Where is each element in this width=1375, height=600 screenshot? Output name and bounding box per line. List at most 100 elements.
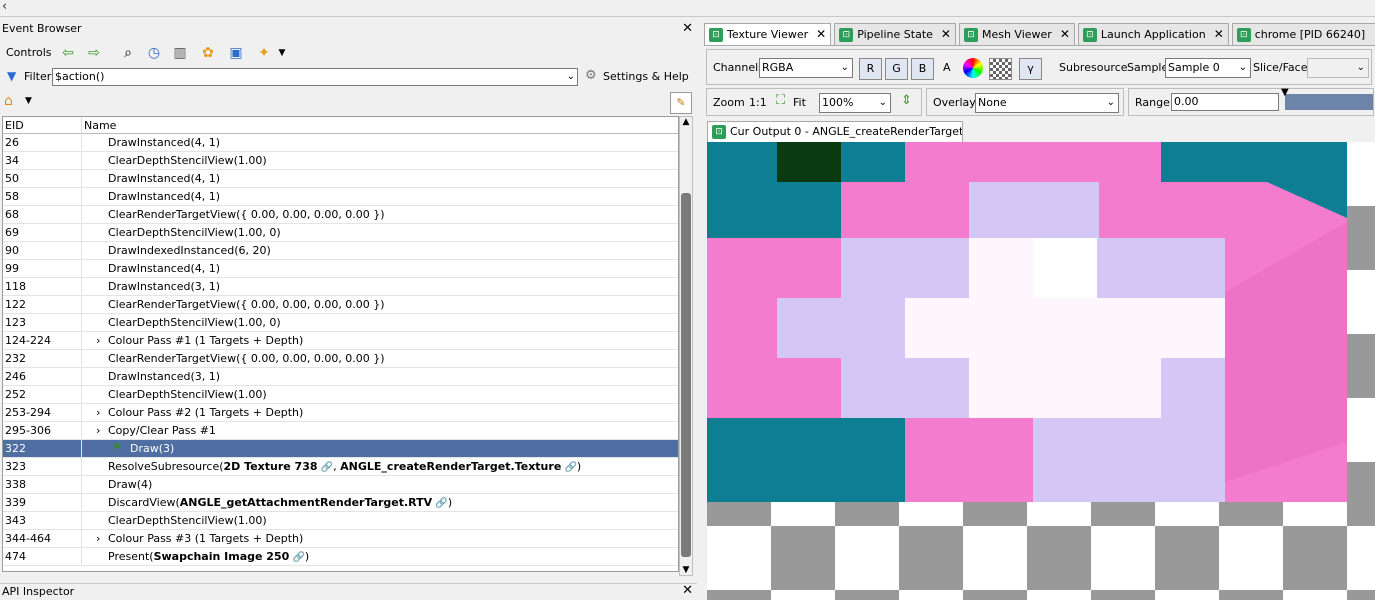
fit-icon[interactable]: ⛶	[776, 94, 785, 108]
table-row[interactable]: 124-224 › Colour Pass #1 (1 Targets + Dept…	[3, 332, 678, 350]
channels-select[interactable]: RGBA ⌄	[759, 58, 853, 78]
vertical-scrollbar[interactable]: ▲ ▼	[679, 116, 693, 576]
settings-help-button[interactable]: Settings & Help	[603, 70, 689, 83]
eid-cell: 122	[3, 296, 82, 313]
close-icon[interactable]: ✕	[682, 583, 693, 599]
gamma-button[interactable]: γ	[1019, 58, 1042, 80]
link-icon[interactable]: 🔗	[432, 498, 447, 509]
green-channel-button[interactable]: G	[885, 58, 908, 80]
output-tab[interactable]: ⊡ Cur Output 0 - ANGLE_createRenderTarget…	[707, 121, 963, 142]
zoom-1-1-button[interactable]: 1:1	[749, 96, 767, 110]
expand-icon[interactable]: ›	[96, 530, 100, 547]
slice-face-select[interactable]: ⌄	[1307, 58, 1369, 78]
filter-input[interactable]: $action() ⌄	[52, 68, 578, 86]
name-cell: ClearDepthStencilView(1.00, 0)	[82, 224, 281, 241]
tab-bar: ⊡ Texture Viewer ✕ ⊡ Pipeline State ✕ ⊡ Mesh Vi…	[704, 23, 1375, 45]
stats-icon[interactable]: ▥	[170, 44, 190, 62]
zoom-select[interactable]: 100% ⌄	[819, 93, 891, 113]
resource-link[interactable]: ANGLE_getAttachmentRenderTarget.RTV	[180, 496, 432, 509]
table-row[interactable]: 34 ClearDepthStencilView(1.00)	[3, 152, 678, 170]
table-row[interactable]: 295-306 › Copy/Clear Pass #1	[3, 422, 678, 440]
scrollbar-thumb[interactable]	[681, 193, 691, 557]
resource-link[interactable]: ANGLE_createRenderTarget.Texture	[340, 460, 561, 473]
save-icon[interactable]: ▣	[226, 44, 246, 62]
tab-mesh-viewer[interactable]: ⊡ Mesh Viewer ✕	[958, 23, 1075, 45]
tab-launch-application[interactable]: ⊡ Launch Application ✕	[1077, 23, 1229, 45]
range-histogram[interactable]	[1285, 94, 1373, 110]
red-channel-button[interactable]: R	[859, 58, 882, 80]
table-row[interactable]: 122 ClearRenderTargetView({ 0.00, 0.00, 0…	[3, 296, 678, 314]
table-row[interactable]: 26 DrawInstanced(4, 1)	[3, 134, 678, 152]
close-icon[interactable]: ✕	[816, 24, 826, 45]
colour-picker-icon[interactable]	[963, 58, 983, 78]
table-row[interactable]: 252 ClearDepthStencilView(1.00)	[3, 386, 678, 404]
name-column-header[interactable]: Name	[82, 117, 116, 134]
fit-button[interactable]: Fit	[793, 96, 806, 110]
table-row[interactable]: 99 DrawInstanced(4, 1)	[3, 260, 678, 278]
sample-value: Sample 0	[1168, 61, 1220, 74]
close-icon[interactable]: ✕	[1060, 24, 1070, 45]
alpha-toggle[interactable]: A	[943, 61, 951, 75]
colour-icon[interactable]: ✿	[198, 44, 218, 62]
back-arrow-icon[interactable]: ⇦	[58, 44, 78, 62]
tab-texture-viewer[interactable]: ⊡ Texture Viewer ✕	[704, 23, 832, 45]
sample-select[interactable]: Sample 0 ⌄	[1165, 58, 1251, 78]
chevron-down-icon[interactable]: ▼	[25, 96, 32, 106]
event-name-text: Draw(4)	[108, 478, 153, 491]
chevron-down-icon[interactable]: ▼	[272, 44, 292, 62]
close-icon[interactable]: ✕	[1214, 24, 1224, 45]
bookmark-icon[interactable]: ✦	[254, 44, 274, 62]
expand-icon[interactable]: ›	[96, 404, 100, 421]
subresource-label: Subresource	[1059, 61, 1128, 74]
tab-pipeline-state[interactable]: ⊡ Pipeline State ✕	[834, 23, 956, 45]
range-min-input[interactable]: 0.00	[1171, 93, 1279, 111]
table-row[interactable]: 323 ResolveSubresource(2D Texture 738 🔗, …	[3, 458, 678, 476]
table-row[interactable]: 50 DrawInstanced(4, 1)	[3, 170, 678, 188]
table-row[interactable]: 338 Draw(4)	[3, 476, 678, 494]
blue-channel-button[interactable]: B	[911, 58, 934, 80]
texture-canvas[interactable]	[707, 142, 1375, 600]
find-icon[interactable]: ⌕	[118, 44, 138, 62]
eid-cell: 339	[3, 494, 82, 511]
flip-vertical-icon[interactable]: ⇕	[901, 94, 912, 108]
table-row[interactable]: 339 DiscardView(ANGLE_getAttachmentRender…	[3, 494, 678, 512]
eid-cell: 123	[3, 314, 82, 331]
edit-icon[interactable]: ✎	[670, 92, 692, 114]
table-row[interactable]: 343 ClearDepthStencilView(1.00)	[3, 512, 678, 530]
table-row[interactable]: 246 DrawInstanced(3, 1)	[3, 368, 678, 386]
table-row[interactable]: 344-464 › Colour Pass #3 (1 Targets + Dept…	[3, 530, 678, 548]
close-icon[interactable]: ✕	[941, 24, 951, 45]
chevron-down-icon[interactable]: ⌄	[567, 69, 575, 85]
eid-column-header[interactable]: EID	[3, 117, 82, 134]
table-row[interactable]: 58 DrawInstanced(4, 1)	[3, 188, 678, 206]
scroll-down-icon[interactable]: ▼	[680, 565, 692, 575]
table-row[interactable]: 123 ClearDepthStencilView(1.00, 0)	[3, 314, 678, 332]
link-icon[interactable]: 🔗	[318, 462, 333, 473]
back-icon[interactable]: ‹	[2, 0, 7, 14]
gear-icon[interactable]: ⚙	[585, 68, 597, 83]
forward-arrow-icon[interactable]: ⇨	[84, 44, 104, 62]
expand-icon[interactable]: ›	[96, 332, 100, 349]
table-row[interactable]: 253-294 › Colour Pass #2 (1 Targets + Dept…	[3, 404, 678, 422]
link-icon[interactable]: 🔗	[289, 552, 304, 563]
tab-chrome-pid-66240[interactable]: ⊡chrome [PID 66240]✕	[1231, 23, 1375, 45]
table-row[interactable]: 90 DrawIndexedInstanced(6, 20)	[3, 242, 678, 260]
table-row[interactable]: 68 ClearRenderTargetView({ 0.00, 0.00, 0.…	[3, 206, 678, 224]
resource-link[interactable]: Swapchain Image 250	[154, 550, 290, 563]
link-icon[interactable]: 🔗	[561, 462, 576, 473]
table-row[interactable]: 322 ⚑ Draw(3)	[3, 440, 678, 458]
scroll-up-icon[interactable]: ▲	[680, 117, 692, 127]
table-row[interactable]: 232 ClearRenderTargetView({ 0.00, 0.00, 0…	[3, 350, 678, 368]
table-row[interactable]: 474 Present(Swapchain Image 250 🔗)	[3, 548, 678, 566]
expand-icon[interactable]: ›	[96, 422, 100, 439]
event-name-text: ClearRenderTargetView({ 0.00, 0.00, 0.00…	[108, 208, 385, 221]
table-row[interactable]: 118 DrawInstanced(3, 1)	[3, 278, 678, 296]
range-marker-icon[interactable]: ▼	[1281, 87, 1289, 98]
checkerboard-icon[interactable]	[989, 58, 1012, 80]
home-icon[interactable]: ⌂	[4, 93, 13, 109]
table-row[interactable]: 69 ClearDepthStencilView(1.00, 0)	[3, 224, 678, 242]
resource-link[interactable]: 2D Texture 738	[224, 460, 318, 473]
close-icon[interactable]: ✕	[682, 21, 693, 37]
overlay-select[interactable]: None ⌄	[975, 93, 1119, 113]
timer-icon[interactable]: ◷	[144, 44, 164, 62]
